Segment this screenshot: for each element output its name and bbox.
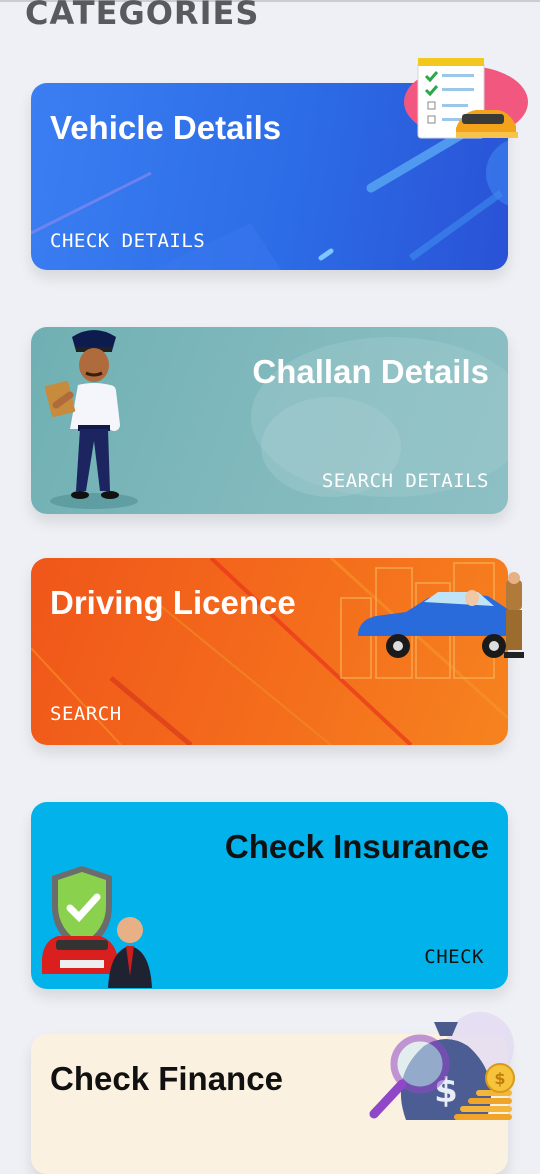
traffic-police-officer-icon xyxy=(44,330,138,509)
check-link[interactable]: CHECK xyxy=(424,946,484,968)
svg-text:$: $ xyxy=(494,1069,505,1088)
card-title: Driving Licence xyxy=(50,584,296,621)
card-title: Vehicle Details xyxy=(50,109,282,146)
search-details-link[interactable]: SEARCH DETAILS xyxy=(322,470,489,492)
card-title: Check Finance xyxy=(50,1060,283,1097)
checklist-car-icon xyxy=(404,58,528,139)
card-title: Check Insurance xyxy=(224,828,489,865)
categories-heading: CATEGORIES xyxy=(25,0,260,32)
insurance-shield-car-icon xyxy=(42,866,152,988)
card-title: Challan Details xyxy=(252,353,489,390)
check-details-link[interactable]: CHECK DETAILS xyxy=(50,230,205,252)
car-and-police-icon xyxy=(358,572,524,658)
search-link[interactable]: SEARCH xyxy=(50,703,122,725)
money-bag-magnifier-icon: $ $ xyxy=(369,1012,515,1120)
